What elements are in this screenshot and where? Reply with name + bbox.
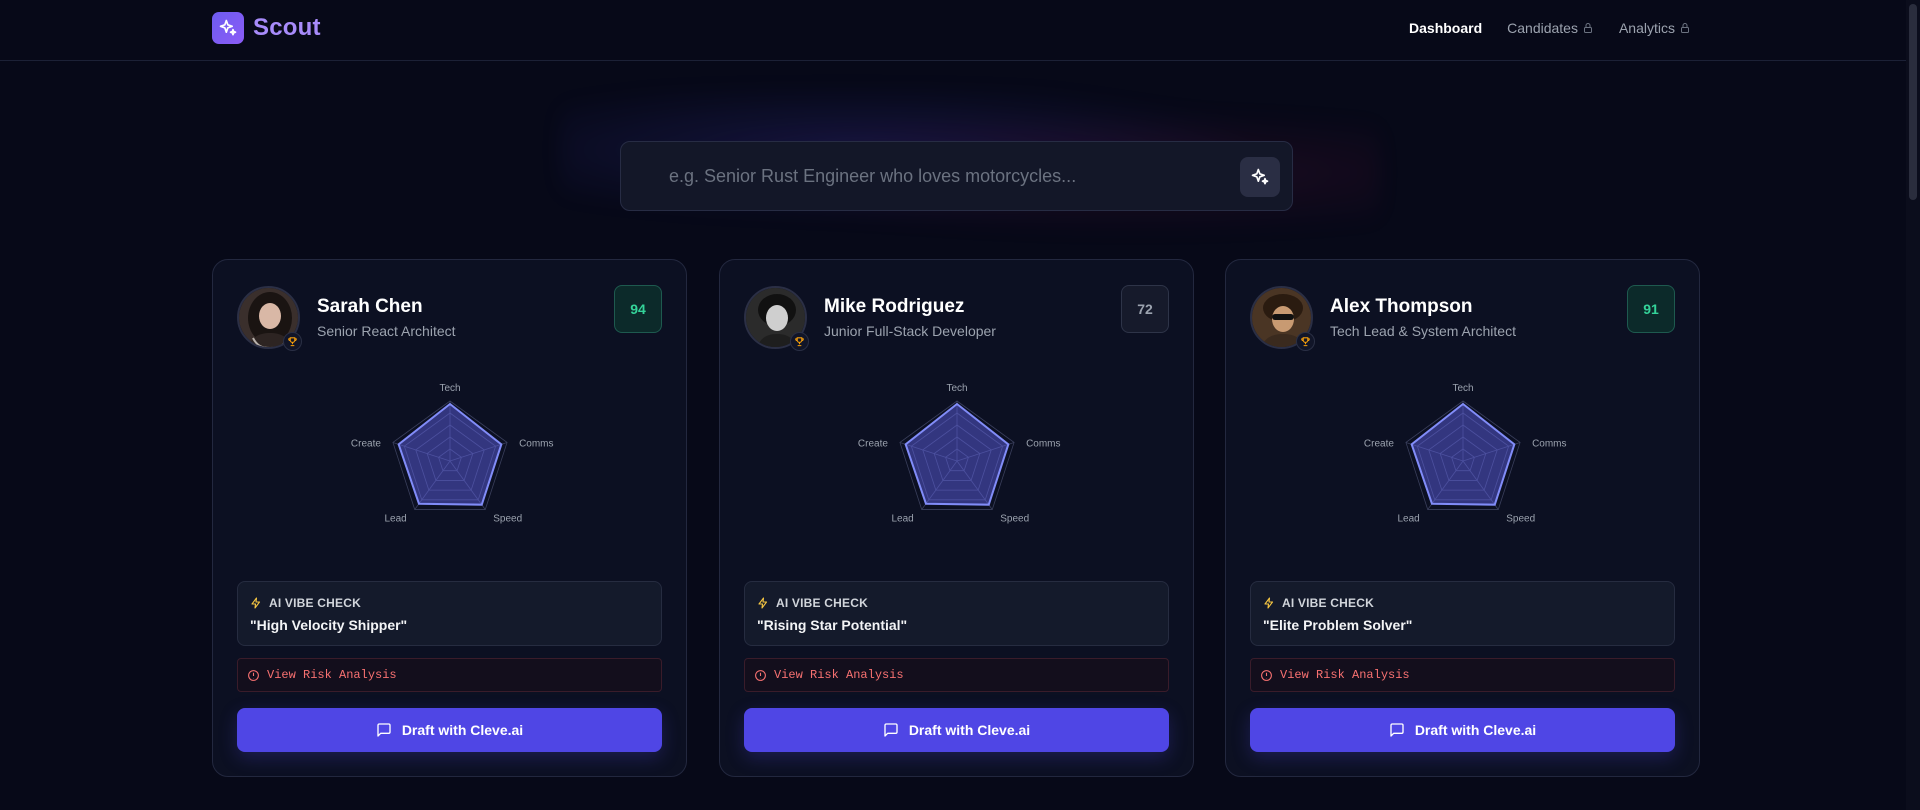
radar-axis-label-lead: Lead	[1397, 514, 1419, 525]
radar-axis-label-create: Create	[351, 438, 381, 449]
radar-axis-label-speed: Speed	[1506, 514, 1535, 525]
lock-icon	[1583, 23, 1592, 33]
vibe-check-quote: "Rising Star Potential"	[757, 617, 908, 633]
skills-radar-chart: Tech Comms Speed Lead Create	[351, 383, 554, 525]
radar-skill-area	[397, 402, 503, 506]
nav-analytics-label: Analytics	[1618, 20, 1675, 36]
radar-axis-label-comms: Comms	[1532, 438, 1566, 449]
draft-label: Draft with Cleve.ai	[1414, 722, 1537, 738]
app-name: Scout	[253, 14, 321, 41]
lightning-icon	[251, 597, 261, 609]
search-input[interactable]	[669, 162, 1209, 190]
radar-axis-label-comms: Comms	[1026, 438, 1060, 449]
trophy-icon	[790, 332, 809, 351]
message-square-icon	[377, 723, 391, 737]
alert-circle-icon	[1261, 669, 1272, 681]
candidate-role: Senior React Architect	[317, 323, 456, 339]
candidate-card: Mike Rodriguez Junior Full-Stack Develop…	[719, 259, 1194, 777]
match-score-badge: 91	[1627, 285, 1675, 333]
sparkles-logo-icon	[212, 12, 244, 44]
match-score-badge: 72	[1121, 285, 1169, 333]
candidate-name: Sarah Chen	[317, 296, 423, 317]
vibe-check-label: AI VIBE CHECK	[269, 596, 361, 610]
search-bar	[620, 141, 1293, 211]
skills-radar-chart: Tech Comms Speed Lead Create	[1364, 383, 1567, 525]
ai-vibe-check-panel: AI VIBE CHECK "High Velocity Shipper"	[237, 581, 662, 646]
nav-dashboard[interactable]: Dashboard	[1409, 20, 1482, 36]
page-scrollbar[interactable]	[1906, 0, 1920, 810]
skills-radar-chart: Tech Comms Speed Lead Create	[858, 383, 1061, 525]
message-square-icon	[1390, 723, 1404, 737]
draft-with-cleve-button[interactable]: Draft with Cleve.ai	[744, 708, 1169, 752]
radar-axis-label-lead: Lead	[384, 514, 406, 525]
radar-axis-label-speed: Speed	[1000, 514, 1029, 525]
nav-dashboard-label: Dashboard	[1409, 20, 1483, 36]
radar-axis-label-lead: Lead	[891, 514, 913, 525]
scrollbar-thumb[interactable]	[1909, 4, 1917, 200]
ai-search-button[interactable]	[1240, 157, 1280, 197]
draft-label: Draft with Cleve.ai	[401, 722, 524, 738]
vibe-check-label: AI VIBE CHECK	[776, 596, 868, 610]
draft-label: Draft with Cleve.ai	[908, 722, 1031, 738]
candidate-name: Mike Rodriguez	[824, 296, 965, 317]
radar-axis-label-create: Create	[1364, 438, 1394, 449]
draft-with-cleve-button[interactable]: Draft with Cleve.ai	[237, 708, 662, 752]
match-score-badge: 94	[614, 285, 662, 333]
main-nav: Dashboard Candidates Analytics	[1409, 20, 1691, 36]
trophy-icon	[283, 332, 302, 351]
view-risk-analysis-button[interactable]: View Risk Analysis	[1250, 658, 1675, 692]
radar-axis-label-tech: Tech	[1452, 383, 1473, 394]
lightning-icon	[758, 597, 768, 609]
candidate-card: Alex Thompson Tech Lead & System Archite…	[1225, 259, 1700, 777]
vibe-check-label: AI VIBE CHECK	[1282, 596, 1374, 610]
radar-skill-area	[904, 402, 1010, 506]
risk-label: View Risk Analysis	[1280, 668, 1410, 682]
alert-circle-icon	[755, 669, 766, 681]
candidate-card: Sarah Chen Senior React Architect 94 Tec…	[212, 259, 687, 777]
candidate-name: Alex Thompson	[1330, 296, 1473, 317]
vibe-check-quote: "Elite Problem Solver"	[1263, 617, 1413, 633]
sparkles-icon	[1251, 168, 1269, 185]
radar-axis-label-comms: Comms	[519, 438, 553, 449]
app-logo[interactable]: Scout	[212, 12, 321, 44]
radar-axis-label-create: Create	[858, 438, 888, 449]
lock-icon	[1681, 23, 1689, 33]
nav-analytics[interactable]: Analytics	[1619, 20, 1691, 36]
trophy-icon	[1296, 332, 1315, 351]
candidate-role: Junior Full-Stack Developer	[824, 323, 996, 339]
message-square-icon	[884, 723, 898, 737]
radar-skill-area	[1410, 402, 1516, 506]
view-risk-analysis-button[interactable]: View Risk Analysis	[237, 658, 662, 692]
candidate-role: Tech Lead & System Architect	[1330, 323, 1516, 339]
top-nav-bar: Scout Dashboard Candidates Analytics	[0, 0, 1906, 61]
ai-vibe-check-panel: AI VIBE CHECK "Rising Star Potential"	[744, 581, 1169, 646]
view-risk-analysis-button[interactable]: View Risk Analysis	[744, 658, 1169, 692]
radar-axis-label-speed: Speed	[493, 514, 522, 525]
radar-axis-label-tech: Tech	[946, 383, 967, 394]
risk-label: View Risk Analysis	[267, 668, 397, 682]
ai-vibe-check-panel: AI VIBE CHECK "Elite Problem Solver"	[1250, 581, 1675, 646]
alert-circle-icon	[248, 669, 259, 681]
draft-with-cleve-button[interactable]: Draft with Cleve.ai	[1250, 708, 1675, 752]
risk-label: View Risk Analysis	[774, 668, 904, 682]
nav-candidates[interactable]: Candidates	[1507, 20, 1594, 36]
vibe-check-quote: "High Velocity Shipper"	[250, 617, 408, 633]
radar-axis-label-tech: Tech	[439, 383, 460, 394]
nav-candidates-label: Candidates	[1507, 20, 1578, 36]
lightning-icon	[1264, 597, 1274, 609]
